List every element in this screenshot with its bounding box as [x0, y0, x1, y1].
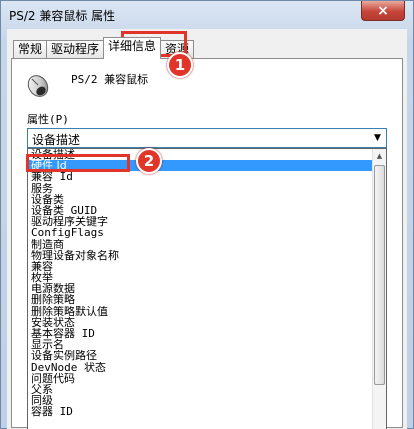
option-base-container-id[interactable]: 基本容器 ID — [28, 328, 374, 339]
scroll-thumb[interactable] — [374, 165, 385, 385]
option-driver-key[interactable]: 驱动程序关键字 — [28, 216, 374, 227]
chevron-down-icon[interactable]: ▼ — [369, 129, 386, 147]
option-device-class-guid[interactable]: 设备类 GUID — [28, 205, 374, 216]
title-bar[interactable]: PS/2 兼容鼠标 属性 × — [1, 1, 413, 27]
option-display-name[interactable]: 显示名 — [28, 339, 374, 350]
property-select-value: 设备描述 — [32, 133, 81, 147]
device-name: PS/2 兼容鼠标 — [71, 73, 149, 86]
properties-window: PS/2 兼容鼠标 属性 × 常规 驱动程序 详细信息 资源 PS/2 兼容鼠标… — [0, 0, 414, 429]
option-removal-policy-default[interactable]: 删除策略默认值 — [28, 306, 374, 317]
tab-driver[interactable]: 驱动程序 — [46, 40, 105, 59]
step-2-badge: 2 — [136, 148, 162, 174]
option-compatible[interactable]: 兼容 — [28, 261, 374, 272]
option-install-state[interactable]: 安装状态 — [28, 317, 374, 328]
option-devnode-status[interactable]: DevNode 状态 — [28, 362, 374, 373]
option-enumerator[interactable]: 枚举 — [28, 272, 374, 283]
dialog-content: 常规 驱动程序 详细信息 资源 PS/2 兼容鼠标 属性(P) 设备描述 ▼ 设… — [7, 29, 407, 429]
option-parent[interactable]: 父系 — [28, 384, 374, 395]
option-power-data[interactable]: 电源数据 — [28, 283, 374, 294]
tab-general[interactable]: 常规 — [13, 40, 48, 59]
highlight-hardware-id — [26, 154, 130, 172]
dropdown-scrollbar[interactable]: ▲ — [372, 149, 386, 429]
option-configflags[interactable]: ConfigFlags — [28, 227, 374, 238]
option-compatible-id[interactable]: 兼容 Id — [28, 171, 374, 182]
close-icon: × — [377, 2, 389, 19]
scroll-up-icon[interactable]: ▲ — [373, 149, 386, 163]
dropdown-options: 设备描述 硬件 Id 兼容 Id 服务 设备类 设备类 GUID 驱动程序关键字… — [28, 149, 374, 418]
step-1-badge: 1 — [167, 52, 193, 78]
option-device-class[interactable]: 设备类 — [28, 194, 374, 205]
option-siblings[interactable]: 同级 — [28, 395, 374, 406]
mouse-icon — [25, 69, 51, 99]
option-problem-code[interactable]: 问题代码 — [28, 373, 374, 384]
property-dropdown-list: 设备描述 硬件 Id 兼容 Id 服务 设备类 设备类 GUID 驱动程序关键字… — [27, 148, 387, 429]
property-label: 属性(P) — [27, 113, 69, 126]
option-container-id[interactable]: 容器 ID — [28, 406, 374, 417]
option-removal-policy[interactable]: 删除策略 — [28, 294, 374, 305]
option-service[interactable]: 服务 — [28, 183, 374, 194]
window-title: PS/2 兼容鼠标 属性 — [9, 9, 116, 23]
option-pdo-name[interactable]: 物理设备对象名称 — [28, 250, 374, 261]
property-select[interactable]: 设备描述 ▼ — [27, 128, 387, 148]
close-button[interactable]: × — [361, 1, 405, 21]
option-manufacturer[interactable]: 制造商 — [28, 239, 374, 250]
option-instance-path[interactable]: 设备实例路径 — [28, 350, 374, 361]
tab-details[interactable]: 详细信息 — [103, 37, 162, 59]
